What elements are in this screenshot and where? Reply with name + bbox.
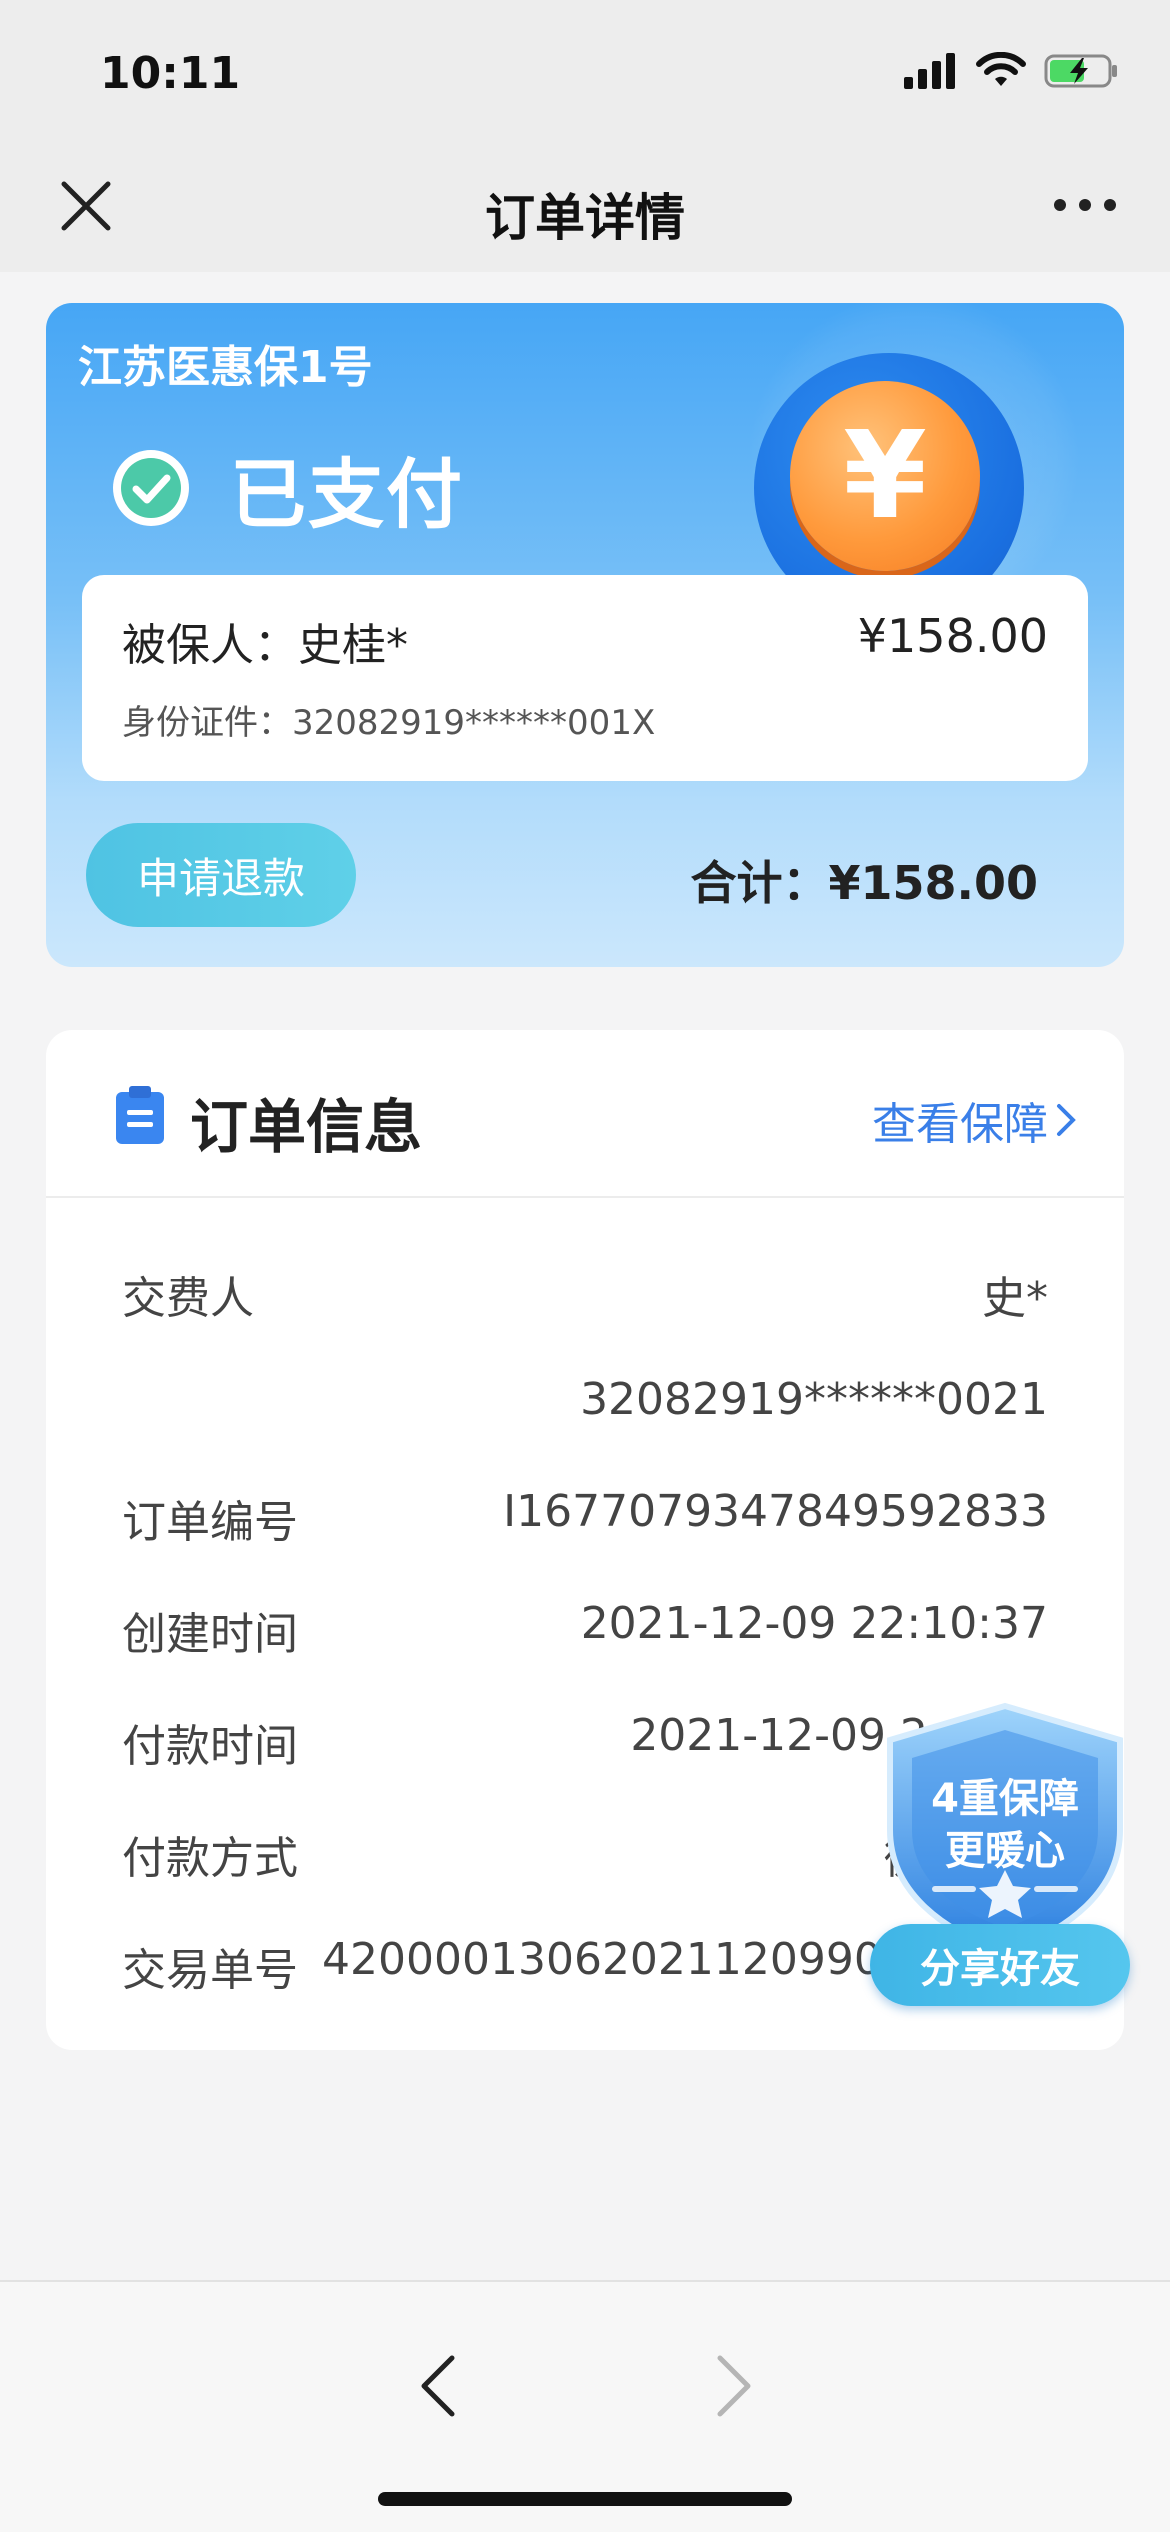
product-name: 江苏医惠保1号 — [78, 342, 373, 393]
battery-charging-icon — [1044, 54, 1117, 88]
share-friends-button[interactable]: 分享好友 — [870, 1924, 1130, 2006]
check-circle-icon — [113, 450, 189, 526]
view-guarantee-label: 查看保障 — [872, 1099, 1048, 1150]
total-amount: 合计：¥158.00 — [690, 856, 1038, 910]
yuan-coin-icon: ¥ — [790, 381, 980, 571]
back-arrow-icon[interactable] — [408, 2346, 468, 2426]
info-row: 创建时间 2021-12-09 22:10:37 — [122, 1598, 1048, 1660]
status-text: 已支付 — [230, 450, 464, 539]
info-row-value: I1677079347849592833 — [503, 1486, 1048, 1537]
clipboard-icon — [116, 1086, 164, 1144]
info-row-label: 付款时间 — [122, 1721, 298, 1772]
insured-id: 身份证件：32082919******001X — [122, 703, 656, 743]
chevron-right-icon — [1057, 1104, 1076, 1136]
order-info-title: 订单信息 — [190, 1093, 423, 1161]
insured-name: 被保人：史桂* — [122, 620, 408, 671]
insured-person-box: 被保人：史桂* ¥158.00 身份证件：32082919******001X — [82, 575, 1088, 781]
badge-headline: 4重保障 — [931, 1776, 1079, 1822]
status-bar: 10:11 — [0, 0, 1170, 150]
info-row: 交费人 史* — [122, 1262, 1048, 1324]
info-row-label: 交易单号 — [122, 1945, 298, 1996]
order-info-header: 订单信息 查看保障 — [46, 1030, 1124, 1198]
home-indicator — [378, 2492, 792, 2506]
order-summary-card: ¥ 江苏医惠保1号 已支付 被保人：史桂* ¥158.00 身份证件：32082… — [46, 303, 1124, 967]
info-row-value: 32082919******0021 — [580, 1374, 1048, 1425]
info-row-label: 创建时间 — [122, 1609, 298, 1660]
info-row-label: 付款方式 — [122, 1833, 298, 1884]
info-row-label: 订单编号 — [122, 1497, 298, 1548]
info-row-value: 2021-12-09 22:10:37 — [580, 1598, 1048, 1649]
forward-arrow-icon[interactable] — [704, 2346, 764, 2426]
insured-price: ¥158.00 — [857, 609, 1048, 663]
info-row: 32082919******0021 — [122, 1374, 1048, 1434]
badge-subline: 更暖心 — [945, 1828, 1065, 1874]
status-icons — [904, 52, 1120, 90]
info-row: 订单编号 I1677079347849592833 — [122, 1486, 1048, 1548]
wifi-icon — [976, 52, 1026, 86]
payment-status: 已支付 — [108, 433, 464, 543]
signal-icon — [904, 53, 955, 89]
info-row-label: 交费人 — [122, 1273, 254, 1324]
info-row-value: 史* — [982, 1273, 1048, 1324]
more-icon[interactable] — [1050, 190, 1120, 220]
browser-bottom-bar — [0, 2280, 1170, 2532]
view-guarantee-link[interactable]: 查看保障 — [872, 1088, 1078, 1152]
status-time: 10:11 — [100, 48, 241, 99]
refund-button[interactable]: 申请退款 — [86, 823, 356, 927]
share-badge[interactable]: 4重保障 更暖心 分享好友 — [870, 1700, 1140, 2010]
nav-bar: 订单详情 — [0, 150, 1170, 272]
page-title: 订单详情 — [485, 189, 685, 247]
